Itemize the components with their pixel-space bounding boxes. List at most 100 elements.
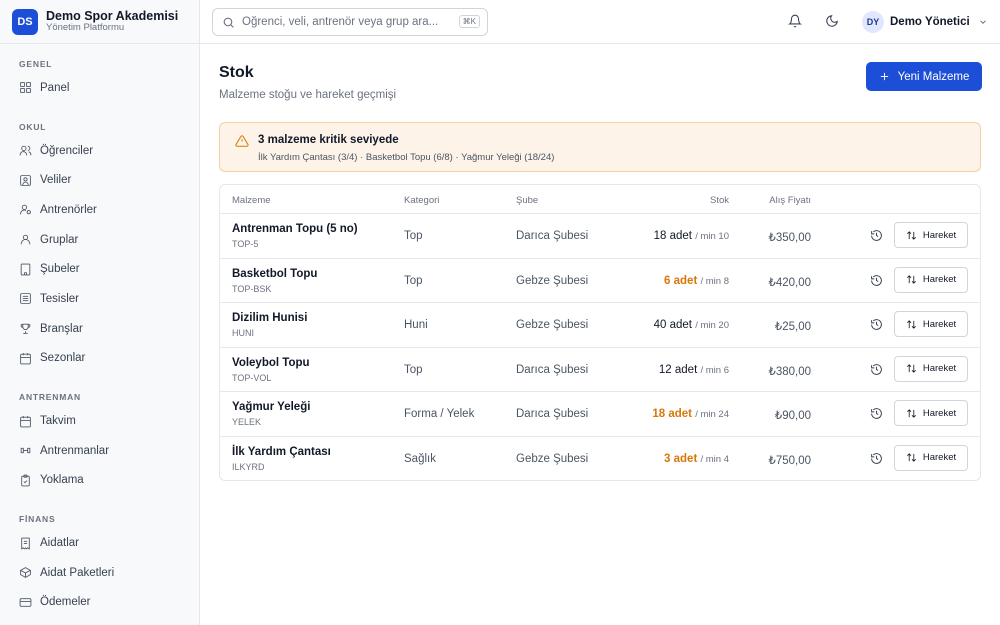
- history-icon[interactable]: [870, 274, 883, 287]
- sidebar-item-label: Sezonlar: [40, 352, 86, 365]
- search-box[interactable]: ⌘K: [212, 8, 488, 36]
- search-input[interactable]: [242, 16, 452, 28]
- plus-icon: [880, 72, 888, 81]
- sidebar-item-label: Branşlar: [40, 322, 83, 335]
- material-name: İlk Yardım Çantası: [232, 445, 331, 458]
- sidebar-item[interactable]: Öğrenciler: [0, 136, 199, 166]
- history-icon[interactable]: [870, 407, 883, 420]
- material-code: TOP-VOL: [232, 372, 272, 383]
- movement-button[interactable]: Hareket: [894, 355, 968, 382]
- header-category: Kategori: [404, 195, 440, 206]
- material-name: Voleybol Topu: [232, 356, 310, 369]
- package-icon: [19, 567, 32, 579]
- dashboard-icon: [20, 82, 31, 94]
- building-icon: [20, 263, 31, 276]
- new-material-button[interactable]: Yeni Malzeme: [866, 62, 982, 91]
- purchase-price: ₺420,00: [768, 276, 812, 289]
- stock-minimum: / min 24: [695, 409, 729, 420]
- sidebar-item-label: Aidatlar: [40, 537, 79, 550]
- sidebar-item[interactable]: Panel: [0, 73, 199, 103]
- receipt-icon: [21, 537, 30, 550]
- sidebar-item[interactable]: Gruplar: [0, 225, 199, 255]
- material-code: TOP-BSK: [232, 283, 272, 294]
- sidebar-item-label: Panel: [40, 81, 70, 94]
- history-icon[interactable]: [870, 318, 883, 331]
- material-code: HUNI: [232, 328, 254, 338]
- students-icon: [19, 145, 32, 156]
- page-subtitle: Malzeme stoğu ve hareket geçmişi: [219, 89, 397, 101]
- header-material: Malzeme: [232, 195, 271, 206]
- sidebar-item-label: Antrenörler: [40, 203, 97, 216]
- movement-label: Hareket: [922, 452, 957, 463]
- brand-logo: DS: [12, 8, 38, 35]
- stock-value: 18 adet: [653, 230, 692, 242]
- sidebar-item[interactable]: Aidatlar: [0, 528, 199, 558]
- material-branch: Darıca Şubesi: [516, 408, 589, 420]
- stock-cell: 3 adet / min 4: [664, 453, 729, 465]
- history-icon[interactable]: [870, 452, 883, 465]
- alert-title: 3 malzeme kritik seviyede: [258, 134, 399, 146]
- movement-button[interactable]: Hareket: [894, 222, 968, 248]
- material-category: Forma / Yelek: [404, 408, 475, 420]
- movement-button[interactable]: Hareket: [894, 311, 968, 337]
- user-menu[interactable]: DY Demo Yönetici: [862, 11, 988, 33]
- nav-section-title: ANTRENMAN: [19, 392, 81, 403]
- movement-label: Hareket: [922, 363, 957, 374]
- table-row: Voleybol Topu TOP-VOL Top Darıca Şubesi 12 a…: [220, 348, 980, 392]
- arrows-up-down-icon: [906, 364, 916, 373]
- sidebar-item[interactable]: Sezonlar: [0, 344, 199, 374]
- coaches-icon: [20, 205, 31, 215]
- sidebar-item[interactable]: Tesisler: [0, 284, 199, 314]
- material-branch: Gebze Şubesi: [516, 274, 589, 287]
- material-category: Top: [404, 230, 423, 242]
- material-name: Antrenman Topu (5 no): [232, 223, 358, 235]
- arrows-up-down-icon: [906, 319, 916, 329]
- movement-button[interactable]: Hareket: [894, 400, 968, 426]
- sidebar-item-label: Takvim: [40, 415, 76, 428]
- stock-minimum: / min 6: [700, 364, 729, 376]
- stock-cell: 12 adet / min 6: [659, 364, 729, 376]
- movement-button[interactable]: Hareket: [894, 266, 968, 293]
- material-name: Dizilim Hunisi: [232, 312, 308, 324]
- sidebar-item[interactable]: Şubeler: [0, 254, 199, 284]
- sidebar-item[interactable]: Antrenmanlar: [0, 436, 199, 466]
- sidebar-item-label: Veliler: [40, 174, 72, 187]
- sidebar-item[interactable]: Branşlar: [0, 314, 199, 344]
- sidebar-item[interactable]: Aidat Paketleri: [0, 558, 199, 588]
- stock-minimum: / min 20: [695, 320, 729, 331]
- credit-card-icon: [19, 598, 32, 607]
- material-code: YELEK: [232, 417, 262, 427]
- arrows-up-down-icon: [906, 408, 916, 418]
- brand[interactable]: DS Demo Spor Akademisi Yönetim Platformu: [0, 0, 199, 44]
- sidebar-item[interactable]: Yoklama: [0, 466, 199, 496]
- history-icon[interactable]: [870, 363, 883, 376]
- sidebar-item-label: Aidat Paketleri: [40, 566, 115, 579]
- stock-value: 6 adet: [664, 274, 698, 287]
- sidebar-item[interactable]: Veliler: [0, 165, 199, 195]
- movement-label: Hareket: [922, 229, 957, 241]
- groups-icon: [20, 234, 31, 245]
- sidebar-item-label: Şubeler: [40, 263, 80, 276]
- search-shortcut: ⌘K: [458, 15, 480, 28]
- history-icon[interactable]: [870, 229, 883, 242]
- sidebar-item[interactable]: Ödemeler: [0, 588, 199, 618]
- sidebar-item[interactable]: Takvim: [0, 406, 199, 436]
- movement-button[interactable]: Hareket: [894, 444, 968, 471]
- nav-section-title: FİNANS: [19, 514, 56, 525]
- stock-table: Malzeme Kategori Şube Stok Alış Fiyatı A…: [219, 184, 981, 481]
- calendar-icon: [20, 415, 31, 427]
- bell-icon[interactable]: [788, 14, 802, 28]
- new-material-label: Yeni Malzeme: [897, 70, 970, 83]
- arrows-up-down-icon: [906, 453, 916, 462]
- material-code: ILKYRD: [232, 461, 265, 472]
- stock-value: 40 adet: [653, 319, 692, 331]
- sidebar-item-label: Ödemeler: [40, 596, 91, 609]
- sidebar-item-label: Gruplar: [40, 233, 79, 246]
- sidebar-item[interactable]: Antrenörler: [0, 195, 199, 225]
- table-row: İlk Yardım Çantası ILKYRD Sağlık Gebze Şube…: [220, 437, 980, 481]
- purchase-price: ₺25,00: [774, 321, 811, 333]
- stock-cell: 6 adet / min 8: [664, 275, 729, 287]
- material-branch: Gebze Şubesi: [516, 319, 589, 331]
- purchase-price: ₺350,00: [768, 232, 812, 244]
- moon-icon[interactable]: [825, 14, 839, 28]
